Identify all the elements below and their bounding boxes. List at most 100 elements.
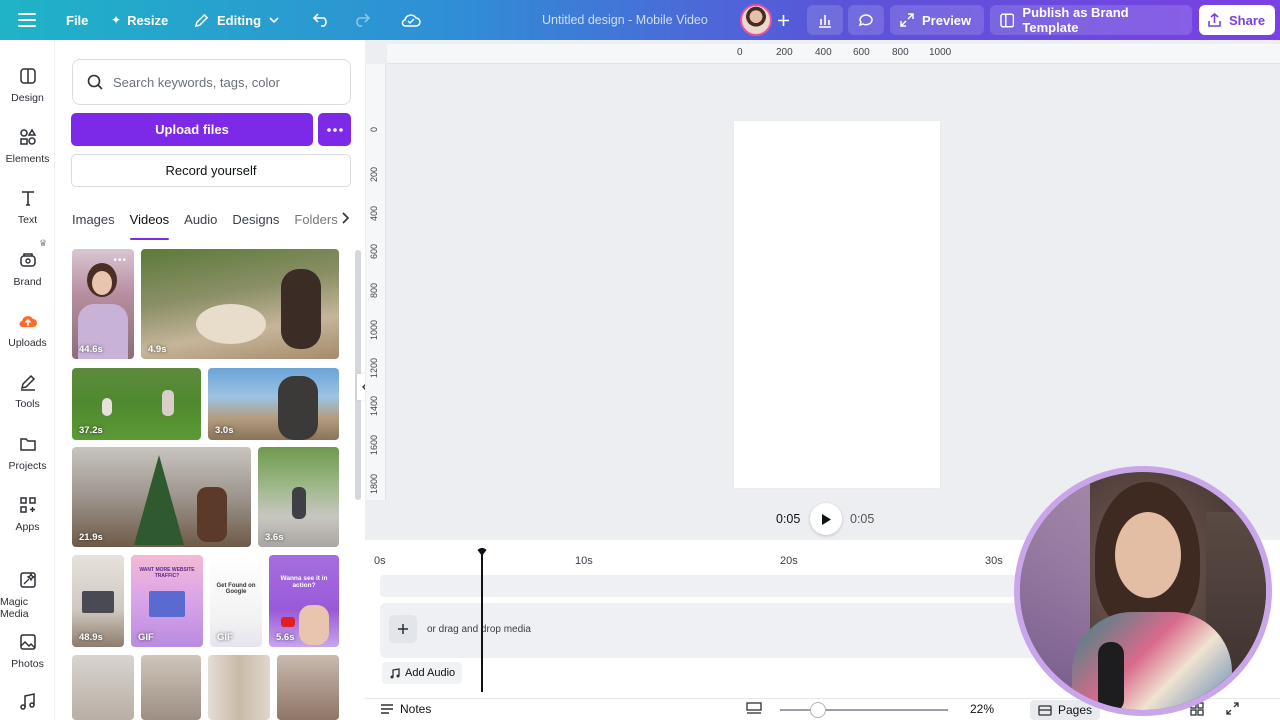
youtube-icon <box>281 617 295 627</box>
rail-item-tools[interactable]: Tools <box>0 372 55 410</box>
zoom-value[interactable]: 22% <box>970 702 994 716</box>
share-label: Share <box>1229 12 1266 28</box>
video-thumbnail[interactable]: Wanna see it in action? 5.6s <box>269 555 339 647</box>
plus-icon <box>398 624 408 634</box>
video-thumbnail[interactable]: 37.2s <box>72 368 201 440</box>
collaborator-avatar[interactable] <box>740 4 772 36</box>
record-yourself-button[interactable]: Record yourself <box>71 154 351 187</box>
rail-item-uploads[interactable]: Uploads <box>0 311 55 349</box>
search-input[interactable] <box>113 74 333 90</box>
file-menu[interactable]: File <box>66 0 88 40</box>
video-thumbnail[interactable]: 3.0s <box>208 368 339 440</box>
tab-audio[interactable]: Audio <box>184 212 217 236</box>
zoom-slider-knob[interactable] <box>810 702 826 718</box>
thumbnail-subject <box>134 455 184 545</box>
ruler-label: 1000 <box>369 319 379 340</box>
thumbnail-text: Get Found on Google <box>216 583 256 595</box>
ruler-label: 200 <box>776 47 793 58</box>
add-media-button[interactable] <box>389 615 417 643</box>
plus-icon <box>778 14 789 26</box>
magic-icon <box>19 572 36 588</box>
folder-icon <box>19 438 36 451</box>
upload-files-button[interactable]: Upload files <box>71 113 313 146</box>
invite-button[interactable] <box>777 0 790 40</box>
crown-icon: ♛ <box>39 238 48 248</box>
play-icon <box>821 513 831 525</box>
video-thumbnail[interactable]: 48.9s <box>72 555 124 647</box>
template-icon <box>1000 13 1015 27</box>
rail-item-audio[interactable] <box>0 692 55 712</box>
video-thumbnail[interactable] <box>141 655 201 720</box>
menu-button[interactable] <box>18 0 36 40</box>
play-button[interactable] <box>810 503 842 535</box>
video-thumbnail[interactable]: 4.9s <box>141 249 339 359</box>
rail-item-design[interactable]: Design <box>0 66 55 104</box>
left-rail: Design Elements Text ♛ Brand Uploads Too… <box>0 40 55 720</box>
tab-folders[interactable]: Folders <box>294 212 337 236</box>
layout-icon <box>19 68 36 84</box>
rail-item-label: Design <box>11 92 44 104</box>
rail-item-text[interactable]: Text <box>0 188 55 226</box>
timeline-toggle-button[interactable] <box>746 702 762 715</box>
video-duration: 3.6s <box>265 532 284 543</box>
zoom-slider[interactable] <box>780 709 948 711</box>
video-thumbnail[interactable] <box>208 655 270 720</box>
resize-button[interactable]: ✦ Resize <box>111 0 168 40</box>
rail-item-apps[interactable]: Apps <box>0 495 55 533</box>
rail-item-elements[interactable]: Elements <box>0 127 55 165</box>
rail-item-label: Magic Media <box>0 596 29 620</box>
shapes-icon <box>19 128 36 145</box>
webcam-subject <box>1072 612 1232 710</box>
gif-thumbnail[interactable]: Get Found on Google GIF <box>210 555 262 647</box>
thumbnail-subject <box>92 271 112 295</box>
video-thumbnail[interactable] <box>277 655 339 720</box>
total-time: 0:05 <box>850 512 875 526</box>
expand-icon <box>900 13 914 27</box>
tab-images[interactable]: Images <box>72 212 115 236</box>
video-thumbnail[interactable]: ••• 44.6s <box>72 249 134 359</box>
sparkle-icon: ✦ <box>111 13 122 27</box>
thumbnail-subject <box>292 487 306 519</box>
rail-item-magic-media[interactable]: Magic Media <box>0 570 55 620</box>
redo-button[interactable] <box>353 0 370 40</box>
playhead[interactable] <box>481 548 483 692</box>
thumbnail-subject <box>82 591 114 613</box>
record-yourself-label: Record yourself <box>165 163 257 178</box>
upload-options-button[interactable] <box>318 113 351 146</box>
chevron-right-icon <box>342 212 350 224</box>
design-page[interactable] <box>734 121 940 488</box>
gif-thumbnail[interactable]: WANT MORE WEBSITE TRAFFIC? GIF <box>131 555 203 647</box>
ruler-label: 800 <box>369 282 379 298</box>
notes-button[interactable]: Notes <box>380 702 431 716</box>
thumbnail-subject <box>149 591 185 617</box>
add-audio-button[interactable]: Add Audio <box>382 662 463 684</box>
more-dots-icon[interactable]: ••• <box>113 255 127 266</box>
timeline-page-track[interactable] <box>380 575 1040 597</box>
rail-item-label: Text <box>17 214 38 226</box>
tab-videos[interactable]: Videos <box>129 212 169 240</box>
publish-brand-template-button[interactable]: Publish as Brand Template <box>990 5 1192 35</box>
document-title[interactable]: Untitled design - Mobile Video <box>542 0 708 40</box>
top-bar: File ✦ Resize Editing Untitled design - … <box>0 0 1280 40</box>
tabs-scroll-right-button[interactable] <box>341 211 350 229</box>
rail-item-projects[interactable]: Projects <box>0 434 55 472</box>
search-box[interactable] <box>72 59 351 105</box>
preview-button[interactable]: Preview <box>890 5 984 35</box>
editing-dropdown[interactable]: Editing <box>194 0 279 40</box>
insights-button[interactable] <box>807 5 843 35</box>
rail-item-photos[interactable]: Photos <box>0 632 55 670</box>
thumbnail-subject <box>196 304 266 344</box>
timeline-icon <box>746 702 762 714</box>
comments-button[interactable] <box>848 5 884 35</box>
video-thumbnail[interactable]: 21.9s <box>72 447 251 547</box>
rail-item-brand[interactable]: Brand <box>0 250 55 288</box>
thumbnail-subject <box>162 390 174 416</box>
video-thumbnail[interactable] <box>72 655 134 720</box>
ruler-label: 600 <box>853 47 870 58</box>
undo-button[interactable] <box>313 0 330 40</box>
tab-designs[interactable]: Designs <box>232 212 279 236</box>
share-button[interactable]: Share <box>1199 5 1275 35</box>
thumbnail-subject <box>197 487 227 542</box>
video-thumbnail[interactable]: 3.6s <box>258 447 339 547</box>
save-status-button[interactable] <box>401 0 421 40</box>
